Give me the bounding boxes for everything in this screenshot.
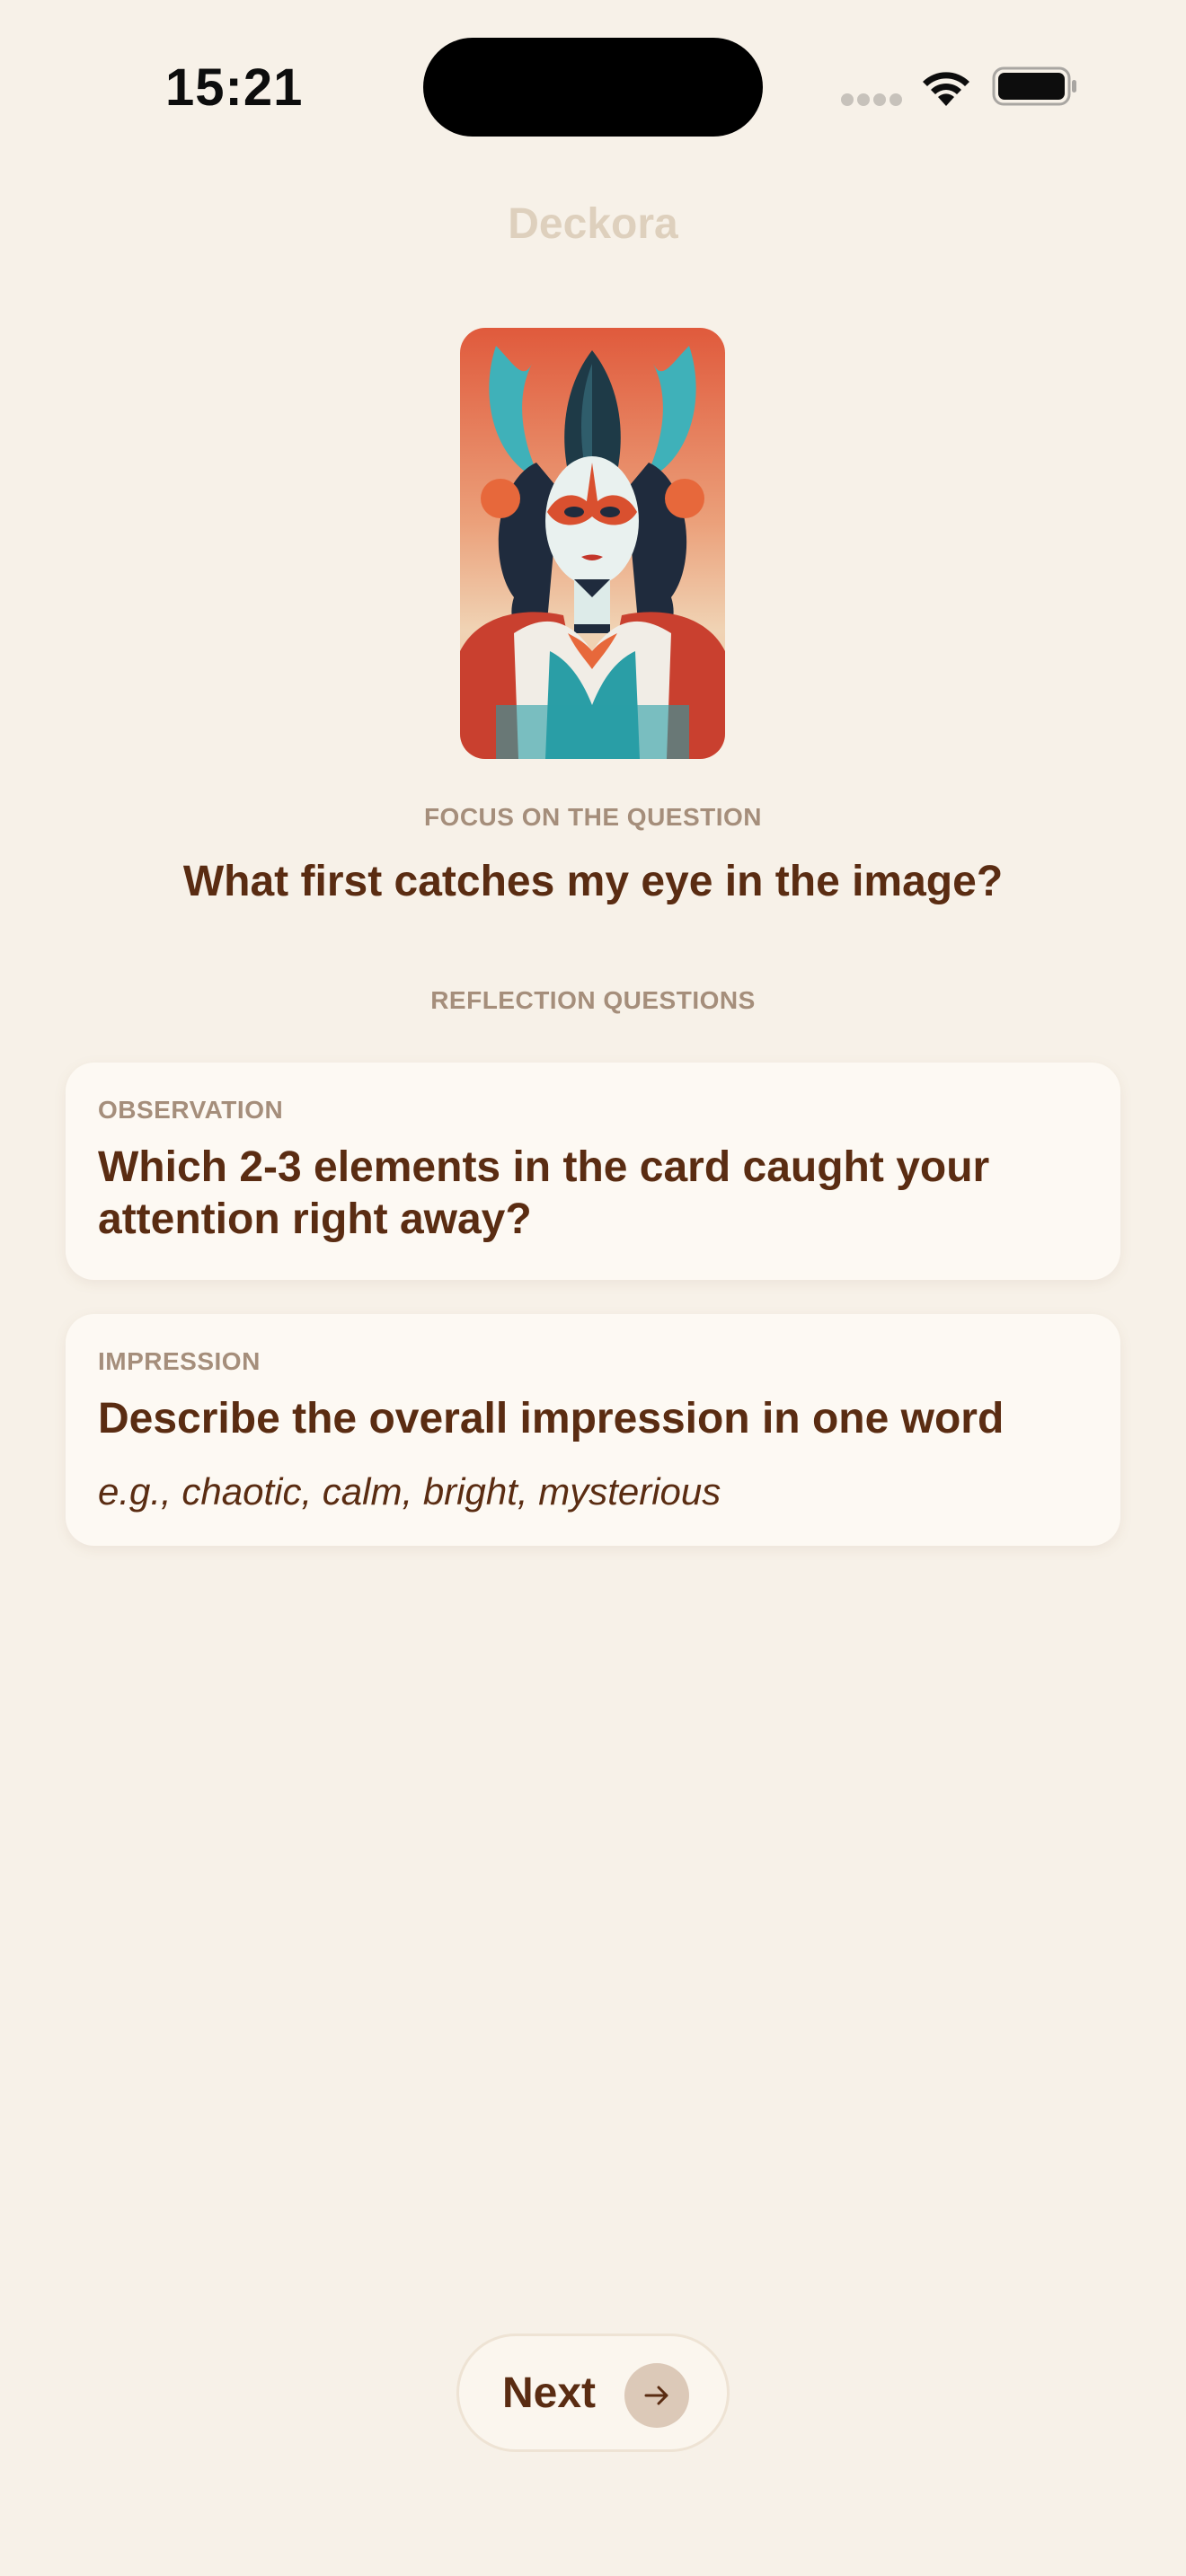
- reflection-card-category: OBSERVATION: [98, 1096, 284, 1124]
- reflection-card-question: Which 2-3 elements in the card caught yo…: [98, 1143, 990, 1243]
- reflection-card-impression[interactable]: IMPRESSION Describe the overall impressi…: [66, 1314, 1120, 1546]
- signal-dots-icon: [841, 93, 902, 106]
- reflection-card-hint: e.g., chaotic, calm, bright, mysterious: [98, 1470, 721, 1513]
- next-button-label: Next: [502, 2369, 597, 2417]
- reflection-card-question: Describe the overall impression in one w…: [98, 1395, 1005, 1442]
- next-button[interactable]: Next: [456, 2333, 730, 2452]
- tarot-card-image: [460, 328, 725, 759]
- reflection-card-observation[interactable]: OBSERVATION Which 2-3 elements in the ca…: [66, 1063, 1120, 1280]
- focus-label: FOCUS ON THE QUESTION: [423, 803, 763, 831]
- reflection-card-category: IMPRESSION: [98, 1347, 261, 1375]
- dynamic-island: [423, 38, 763, 137]
- arrow-right-icon: [624, 2363, 689, 2428]
- battery-icon: [992, 66, 1076, 106]
- focus-question: What first catches my eye in the image?: [182, 858, 1004, 905]
- reflection-questions-label: REFLECTION QUESTIONS: [430, 986, 756, 1014]
- app-title: Deckora: [508, 200, 678, 248]
- wifi-icon: [923, 72, 969, 106]
- status-bar-time: 15:21: [165, 58, 304, 117]
